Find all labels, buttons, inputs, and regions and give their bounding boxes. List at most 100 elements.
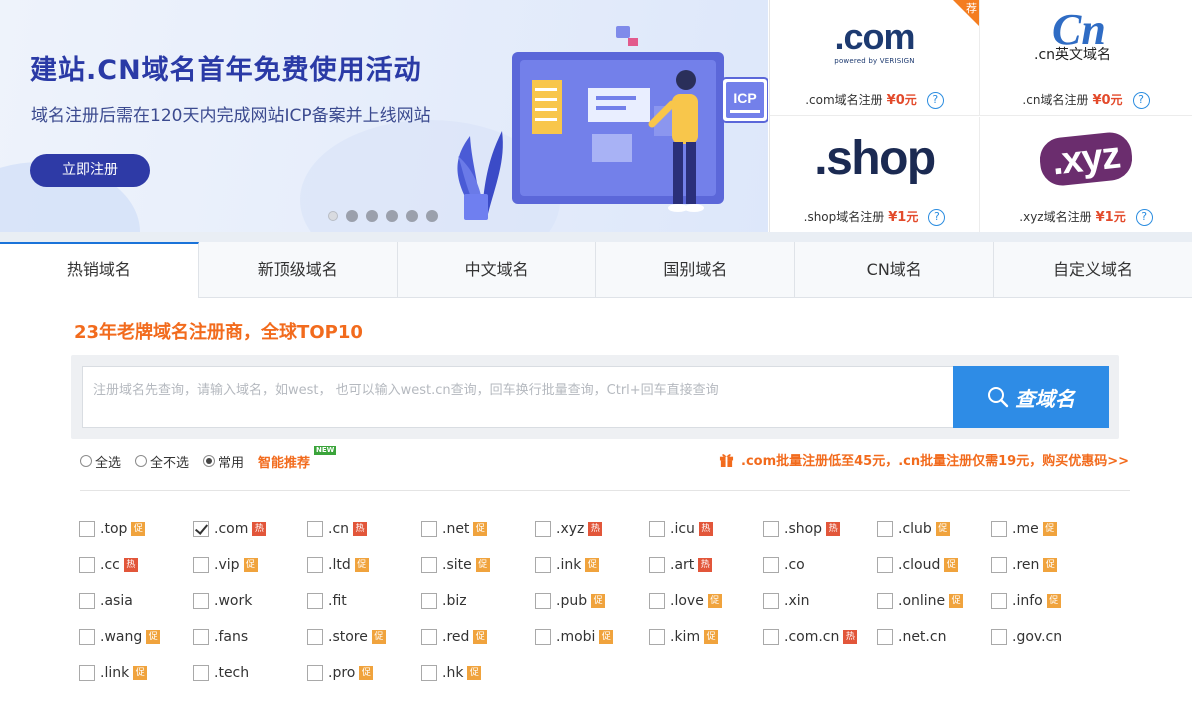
tld-checkbox[interactable] bbox=[307, 665, 323, 681]
tld-checkbox[interactable] bbox=[877, 557, 893, 573]
carousel-dot[interactable] bbox=[426, 210, 438, 222]
tld-option[interactable]: .xin bbox=[763, 590, 810, 612]
tld-option[interactable]: .cloud 促 bbox=[877, 554, 959, 576]
tld-checkbox[interactable] bbox=[421, 521, 437, 537]
tld-option[interactable]: .top 促 bbox=[79, 518, 146, 540]
tld-option[interactable]: .net 促 bbox=[421, 518, 488, 540]
tab-new-tld[interactable]: 新顶级域名 bbox=[198, 242, 398, 297]
tab-cn-domains[interactable]: CN域名 bbox=[795, 242, 995, 297]
tld-checkbox[interactable] bbox=[649, 557, 665, 573]
tld-checkbox[interactable] bbox=[877, 629, 893, 645]
tld-option[interactable]: .pub 促 bbox=[535, 590, 606, 612]
tld-option[interactable]: .com 热 bbox=[193, 518, 267, 540]
tld-option[interactable]: .biz bbox=[421, 590, 467, 612]
tld-checkbox[interactable] bbox=[421, 665, 437, 681]
tld-checkbox[interactable] bbox=[79, 593, 95, 609]
tab-chinese-domains[interactable]: 中文域名 bbox=[397, 242, 597, 297]
tld-checkbox[interactable] bbox=[421, 557, 437, 573]
tld-checkbox[interactable] bbox=[79, 557, 95, 573]
hero-banner[interactable]: 建站.CN域名首年免费使用活动 域名注册后需在120天内完成网站ICP备案并上线… bbox=[0, 0, 768, 232]
tld-checkbox[interactable] bbox=[763, 557, 779, 573]
tld-checkbox[interactable] bbox=[763, 521, 779, 537]
register-now-button[interactable]: 立即注册 bbox=[30, 154, 150, 187]
help-icon[interactable]: ? bbox=[928, 209, 946, 226]
tld-option[interactable]: .wang 促 bbox=[79, 626, 161, 648]
tld-checkbox[interactable] bbox=[649, 521, 665, 537]
tld-option[interactable]: .cc 热 bbox=[79, 554, 138, 576]
tld-option[interactable]: .tech bbox=[193, 662, 249, 684]
tld-checkbox[interactable] bbox=[307, 593, 323, 609]
tld-checkbox[interactable] bbox=[307, 557, 323, 573]
tld-checkbox[interactable] bbox=[421, 593, 437, 609]
tld-checkbox[interactable] bbox=[79, 665, 95, 681]
tld-option[interactable]: .asia bbox=[79, 590, 133, 612]
tld-option[interactable]: .vip 促 bbox=[193, 554, 258, 576]
tld-option[interactable]: .icu 热 bbox=[649, 518, 713, 540]
tld-checkbox[interactable] bbox=[649, 593, 665, 609]
tld-option[interactable]: .net.cn bbox=[877, 626, 946, 648]
tld-option[interactable]: .pro 促 bbox=[307, 662, 374, 684]
tld-checkbox[interactable] bbox=[877, 593, 893, 609]
tld-option[interactable]: .ltd 促 bbox=[307, 554, 369, 576]
tld-checkbox[interactable] bbox=[79, 629, 95, 645]
tld-option[interactable]: .info 促 bbox=[991, 590, 1061, 612]
tld-option[interactable]: .store 促 bbox=[307, 626, 386, 648]
tld-option[interactable]: .mobi 促 bbox=[535, 626, 614, 648]
tld-option[interactable]: .link 促 bbox=[79, 662, 148, 684]
tld-option[interactable]: .com.cn 热 bbox=[763, 626, 858, 648]
tld-checkbox[interactable] bbox=[307, 629, 323, 645]
carousel-dot[interactable] bbox=[386, 210, 398, 222]
tld-option[interactable]: .me 促 bbox=[991, 518, 1057, 540]
tab-country-domains[interactable]: 国别域名 bbox=[596, 242, 796, 297]
tab-hot-domains[interactable]: 热销域名 bbox=[0, 242, 199, 298]
help-icon[interactable]: ? bbox=[1132, 92, 1150, 109]
tld-checkbox[interactable] bbox=[193, 665, 209, 681]
carousel-dot[interactable] bbox=[328, 211, 338, 221]
tld-option[interactable]: .kim 促 bbox=[649, 626, 719, 648]
tld-option[interactable]: .ink 促 bbox=[535, 554, 600, 576]
tld-checkbox[interactable] bbox=[991, 521, 1007, 537]
carousel-dot[interactable] bbox=[346, 210, 358, 222]
tld-option[interactable]: .hk 促 bbox=[421, 662, 482, 684]
tld-checkbox[interactable] bbox=[193, 629, 209, 645]
tld-option[interactable]: .club 促 bbox=[877, 518, 950, 540]
tld-option[interactable]: .site 促 bbox=[421, 554, 490, 576]
tld-checkbox[interactable] bbox=[193, 521, 209, 537]
tld-option[interactable]: .love 促 bbox=[649, 590, 722, 612]
domain-search-input[interactable] bbox=[83, 367, 954, 427]
tld-option[interactable]: .work bbox=[193, 590, 252, 612]
select-all-radio[interactable]: 全选 bbox=[80, 452, 121, 471]
tab-custom-domains[interactable]: 自定义域名 bbox=[994, 242, 1192, 297]
smart-recommend-link[interactable]: 智能推荐 NEW bbox=[258, 445, 337, 471]
carousel-dot[interactable] bbox=[366, 210, 378, 222]
tld-checkbox[interactable] bbox=[193, 557, 209, 573]
tld-option[interactable]: .shop 热 bbox=[763, 518, 841, 540]
tld-option[interactable]: .cn 热 bbox=[307, 518, 368, 540]
tld-checkbox[interactable] bbox=[991, 593, 1007, 609]
coupon-promo-link[interactable]: .com批量注册低至45元，.cn批量注册仅需19元，购买优惠码>> bbox=[719, 450, 1129, 469]
tld-checkbox[interactable] bbox=[763, 593, 779, 609]
tld-checkbox[interactable] bbox=[535, 593, 551, 609]
carousel-dot[interactable] bbox=[406, 210, 418, 222]
help-icon[interactable]: ? bbox=[926, 92, 944, 109]
promo-cn[interactable]: Cn .cn英文域名 .cn域名注册 ¥0元? bbox=[980, 0, 1192, 116]
tld-option[interactable]: .co bbox=[763, 554, 805, 576]
select-none-radio[interactable]: 全不选 bbox=[135, 452, 189, 471]
tld-checkbox[interactable] bbox=[535, 557, 551, 573]
help-icon[interactable]: ? bbox=[1135, 209, 1153, 226]
promo-xyz[interactable]: .xyz .xyz域名注册 ¥1元? bbox=[980, 117, 1192, 233]
tld-option[interactable]: .xyz 热 bbox=[535, 518, 603, 540]
tld-checkbox[interactable] bbox=[535, 629, 551, 645]
tld-option[interactable]: .art 热 bbox=[649, 554, 713, 576]
tld-checkbox[interactable] bbox=[307, 521, 323, 537]
tld-checkbox[interactable] bbox=[763, 629, 779, 645]
tld-checkbox[interactable] bbox=[991, 629, 1007, 645]
tld-checkbox[interactable] bbox=[649, 629, 665, 645]
tld-option[interactable]: .gov.cn bbox=[991, 626, 1062, 648]
tld-checkbox[interactable] bbox=[877, 521, 893, 537]
tld-option[interactable]: .red 促 bbox=[421, 626, 488, 648]
promo-com[interactable]: 荐 .com powered by VERISIGN .com域名注册 ¥0元? bbox=[770, 0, 980, 116]
search-domain-button[interactable]: 查域名 bbox=[953, 366, 1109, 428]
tld-checkbox[interactable] bbox=[991, 557, 1007, 573]
select-common-radio[interactable]: 常用 bbox=[203, 452, 244, 471]
